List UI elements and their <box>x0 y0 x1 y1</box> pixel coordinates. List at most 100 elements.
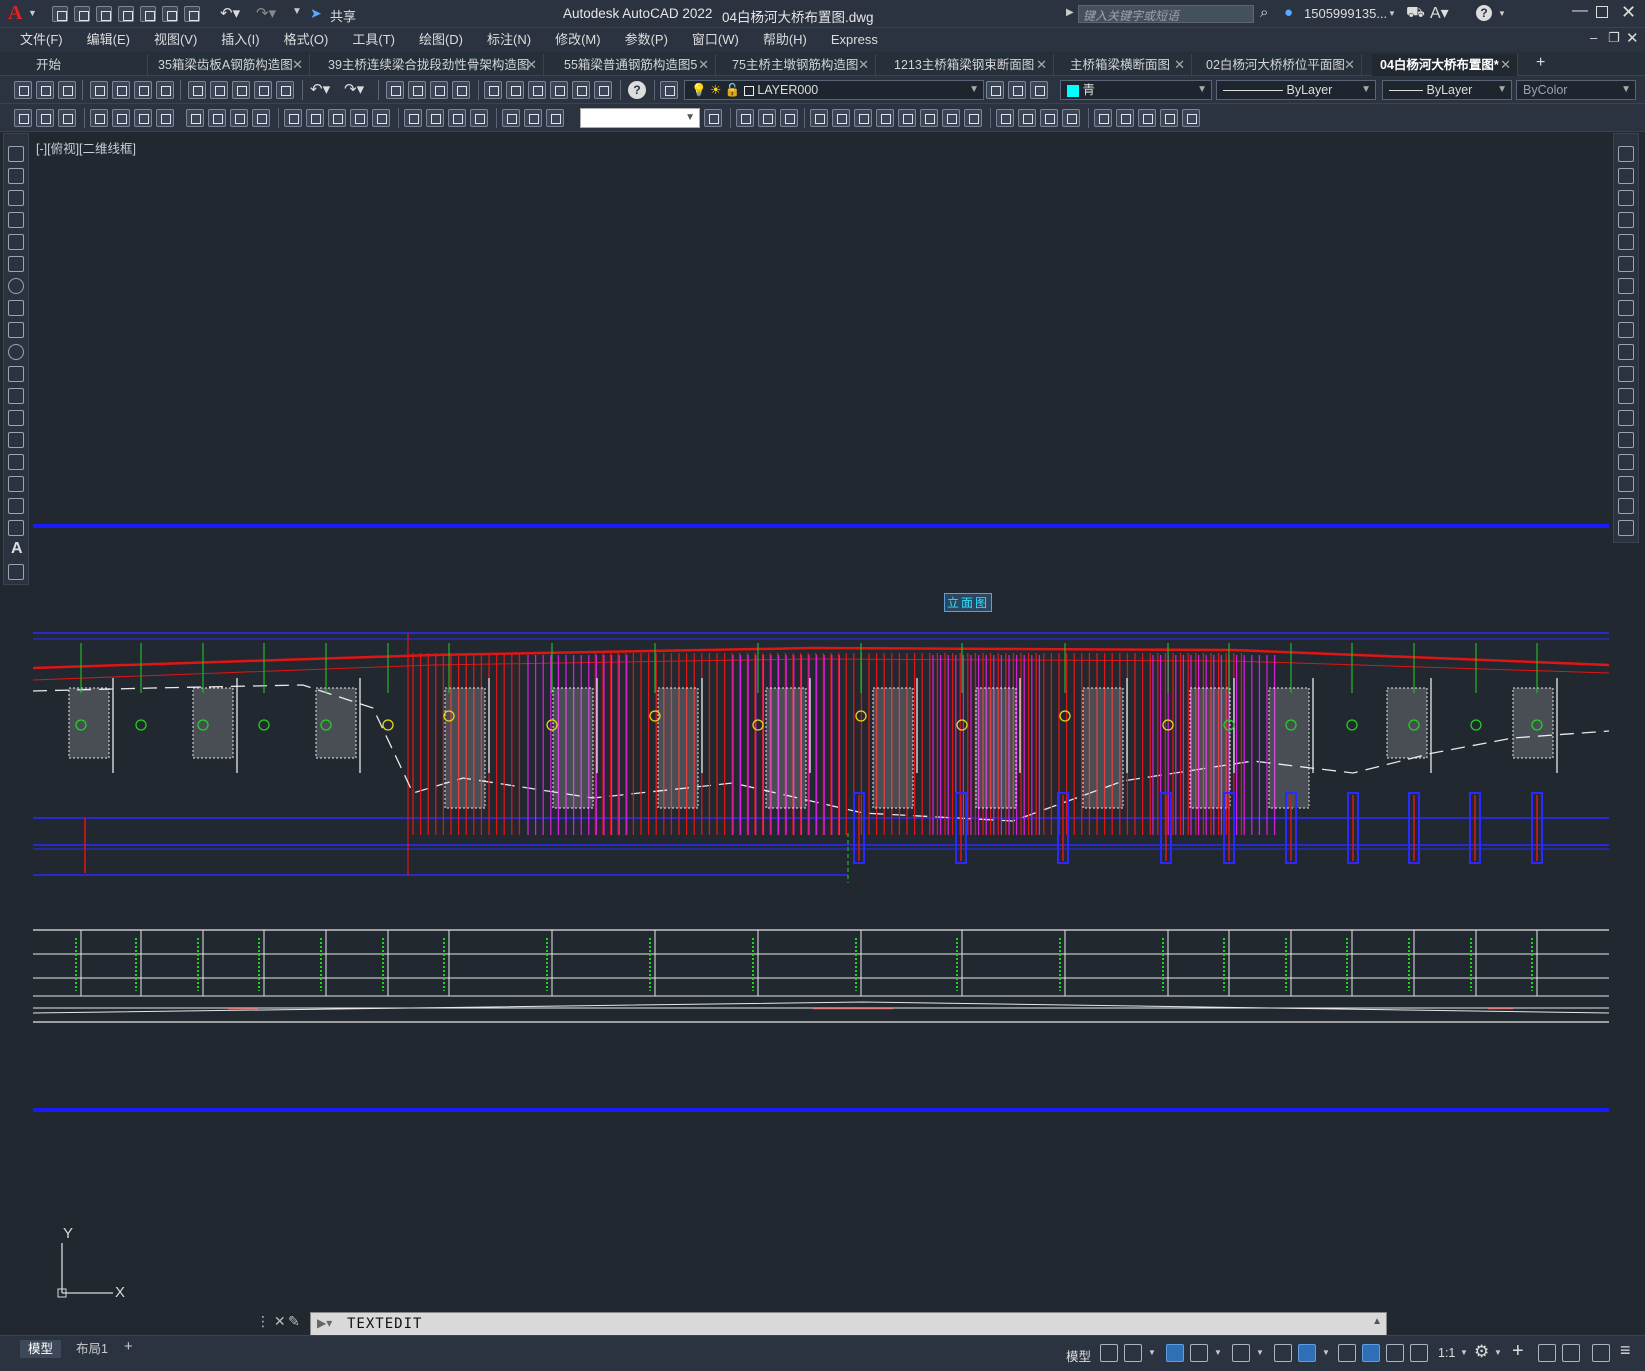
zoom-window-icon[interactable] <box>430 81 448 99</box>
polyline-icon[interactable] <box>8 190 24 206</box>
zoom-previous-icon[interactable] <box>452 81 470 99</box>
scale-chevron-icon[interactable]: ▼ <box>1460 1348 1468 1357</box>
region-icon[interactable] <box>58 109 76 127</box>
polar-chevron-icon[interactable]: ▼ <box>1214 1348 1222 1357</box>
continue-dim-icon[interactable] <box>328 109 346 127</box>
customize-wrench-icon[interactable]: ✎ <box>288 1313 300 1330</box>
menu-window[interactable]: 窗口(W) <box>680 28 751 52</box>
new-file-icon[interactable] <box>52 6 68 22</box>
share-icon[interactable]: ➤ <box>310 5 322 22</box>
properties-icon[interactable] <box>484 81 502 99</box>
dim-style-icon[interactable] <box>704 109 722 127</box>
tab-drawing[interactable]: 主桥箱梁横断面图 ✕ <box>1062 54 1192 76</box>
polar-tracking-icon[interactable] <box>1190 1344 1208 1362</box>
clean-screen-icon[interactable] <box>1592 1344 1610 1362</box>
save-icon[interactable] <box>58 81 76 99</box>
menu-format[interactable]: 格式(O) <box>272 28 341 52</box>
add-layout-icon[interactable]: + <box>124 1338 133 1355</box>
app-menu-chevron-icon[interactable]: ▼ <box>28 8 37 18</box>
snap-chevron-icon[interactable]: ▼ <box>1148 1348 1156 1357</box>
help-button[interactable]: ? <box>1476 5 1492 21</box>
isodraft-icon[interactable] <box>1232 1344 1250 1362</box>
snap-icon[interactable] <box>1124 1344 1142 1362</box>
search-expand-icon[interactable]: ▶ <box>1066 7 1074 18</box>
blend-curves-icon[interactable] <box>1618 498 1634 514</box>
layer-dropdown[interactable]: 💡 ☀ 🔓 LAYER000 ▼ <box>684 80 984 100</box>
tolerance-icon[interactable] <box>404 109 422 127</box>
menu-edit[interactable]: 编辑(E) <box>75 28 142 52</box>
menu-modify[interactable]: 修改(M) <box>543 28 613 52</box>
design-center-icon[interactable] <box>506 81 524 99</box>
isolate-objects-icon[interactable] <box>1538 1344 1556 1362</box>
point-icon[interactable] <box>8 432 24 448</box>
add-selected-icon[interactable] <box>8 564 24 580</box>
break-icon[interactable] <box>1618 410 1634 426</box>
auto-scale-icon[interactable] <box>1386 1344 1404 1362</box>
match-properties-icon[interactable] <box>254 81 272 99</box>
fillet-icon[interactable] <box>1618 476 1634 492</box>
cart-icon[interactable]: ⛟ <box>1406 4 1425 23</box>
drawing-canvas[interactable]: [-][俯视][二维线框] Y X 立面图 <box>33 133 1609 1325</box>
extrude-faces-icon[interactable] <box>810 109 828 127</box>
dim-break-icon[interactable] <box>372 109 390 127</box>
check-icon[interactable] <box>1094 109 1112 127</box>
publish-icon[interactable] <box>134 81 152 99</box>
tab-drawing[interactable]: 1213主桥箱梁钢束断面图 ✕ <box>886 54 1054 76</box>
move-icon[interactable] <box>1618 256 1634 272</box>
jogged-dim-icon[interactable] <box>208 109 226 127</box>
subtract-icon[interactable] <box>758 109 776 127</box>
3d-print-icon[interactable] <box>156 81 174 99</box>
command-line[interactable]: ▶▾ TEXTEDIT ▲ <box>310 1312 1387 1336</box>
inspect-icon[interactable] <box>448 109 466 127</box>
autocad-logo-icon[interactable]: A <box>8 2 22 25</box>
trim-icon[interactable] <box>1618 344 1634 360</box>
extend-icon[interactable] <box>1618 366 1634 382</box>
dim-text-edit-icon[interactable] <box>524 109 542 127</box>
layer-properties-icon[interactable] <box>660 81 678 99</box>
calculator-icon[interactable] <box>594 81 612 99</box>
maximize-button[interactable] <box>1596 6 1608 18</box>
copy-object-icon[interactable] <box>1618 168 1634 184</box>
crosshair-plus-icon[interactable]: + <box>1512 1340 1524 1363</box>
minimize-button[interactable]: — <box>1572 2 1588 20</box>
mirror-icon[interactable] <box>1618 190 1634 206</box>
close-icon[interactable]: ✕ <box>1036 54 1047 76</box>
join-icon[interactable] <box>1618 432 1634 448</box>
save-web-icon[interactable] <box>162 6 178 22</box>
intersect-icon[interactable] <box>780 109 798 127</box>
isodraft-chevron-icon[interactable]: ▼ <box>1256 1348 1264 1357</box>
doc-minimize-button[interactable]: – <box>1590 30 1597 45</box>
move-faces-icon[interactable] <box>832 109 850 127</box>
dim-update-icon[interactable] <box>546 109 564 127</box>
paste-icon[interactable] <box>232 81 250 99</box>
undo-icon[interactable]: ↶▾ <box>310 80 330 98</box>
color-dropdown[interactable]: 青 ▼ <box>1060 80 1212 100</box>
help-chevron-icon[interactable]: ▼ <box>1498 9 1506 18</box>
pan-icon[interactable] <box>386 81 404 99</box>
user-chevron-icon[interactable]: ▼ <box>1388 9 1396 18</box>
username-button[interactable]: 1505999135... <box>1304 6 1387 21</box>
ellipse-icon[interactable] <box>8 344 24 360</box>
region-tool-icon[interactable] <box>8 498 24 514</box>
ordinate-dim-icon[interactable] <box>156 109 174 127</box>
cut-icon[interactable] <box>188 81 206 99</box>
elevation-title[interactable]: 立面图 <box>944 593 993 612</box>
object-snap-tracking-icon[interactable] <box>1274 1344 1292 1362</box>
open-file-icon[interactable] <box>74 6 90 22</box>
preview-icon[interactable] <box>112 81 130 99</box>
copy-icon[interactable] <box>210 81 228 99</box>
zoom-realtime-icon[interactable] <box>408 81 426 99</box>
redo-icon[interactable]: ↷▾ <box>256 4 276 22</box>
explode-icon[interactable] <box>1618 520 1634 536</box>
revision-cloud-icon[interactable] <box>8 300 24 316</box>
slice-icon[interactable] <box>1116 109 1134 127</box>
radius-dim-icon[interactable] <box>186 109 204 127</box>
scale-icon[interactable] <box>1618 300 1634 316</box>
menu-draw[interactable]: 绘图(D) <box>407 28 475 52</box>
taper-faces-icon[interactable] <box>920 109 938 127</box>
lineweight-dropdown[interactable]: ByLayer ▼ <box>1382 80 1512 100</box>
menu-file[interactable]: 文件(F) <box>8 28 75 52</box>
close-icon[interactable]: ✕ <box>1500 54 1511 76</box>
menu-insert[interactable]: 插入(I) <box>209 28 271 52</box>
command-line-close[interactable]: ⋮ ✕ <box>256 1313 286 1330</box>
